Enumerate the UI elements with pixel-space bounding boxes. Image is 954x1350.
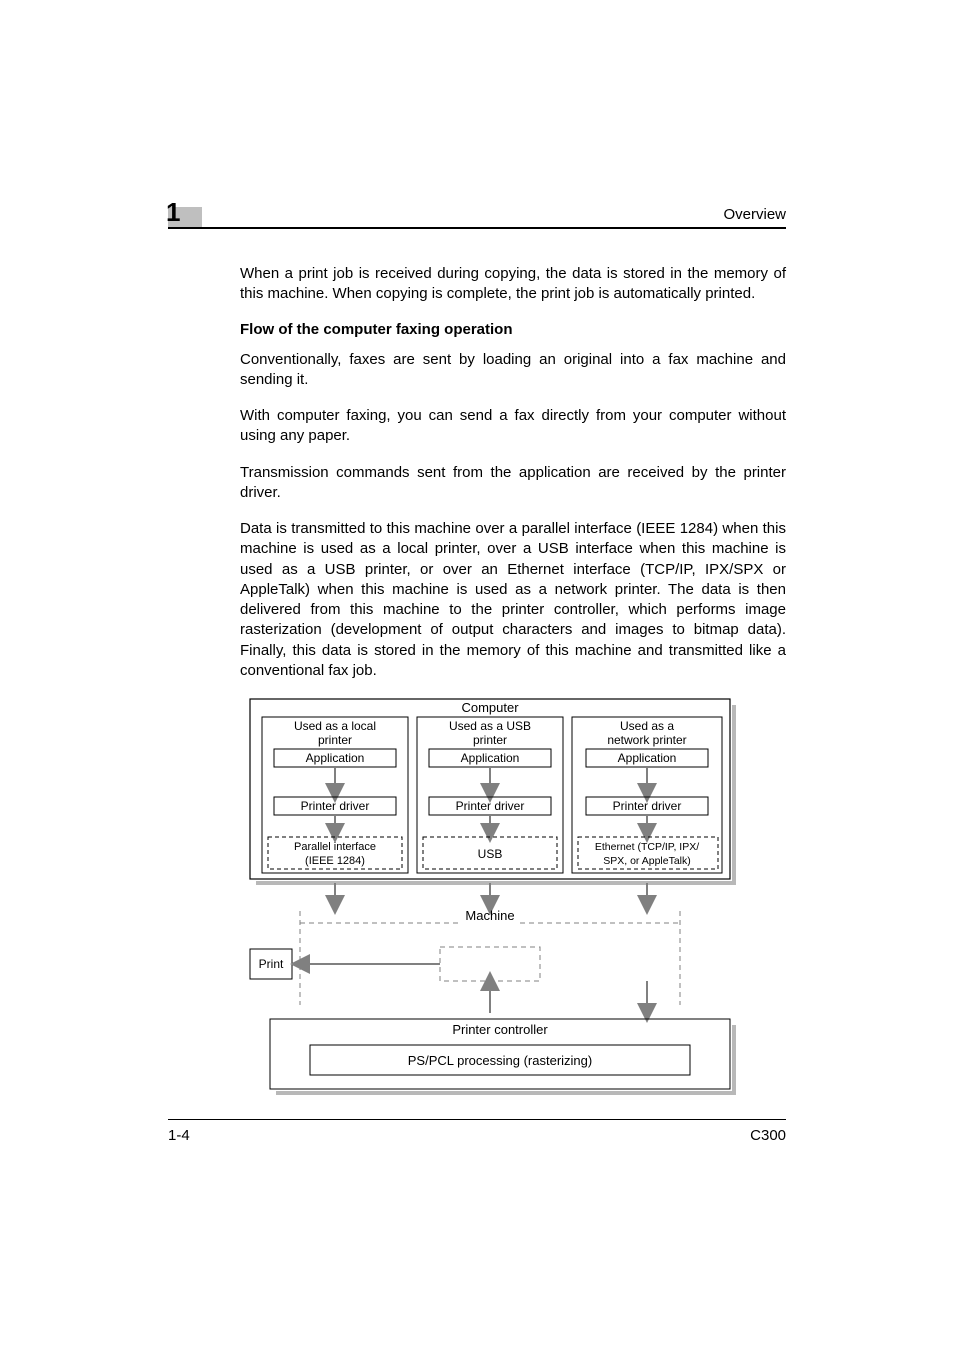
paragraph-4: Transmission commands sent from the appl… <box>240 463 786 504</box>
body-content: When a print job is received during copy… <box>168 264 786 1112</box>
intro-paragraph: When a print job is received during copy… <box>240 264 786 305</box>
header-rule <box>168 227 786 229</box>
paragraph-5: Data is transmitted to this machine over… <box>240 519 786 681</box>
controller-label: Printer controller <box>452 1022 548 1037</box>
section-heading: Flow of the computer faxing operation <box>240 321 786 338</box>
col1-iface-l2: (IEEE 1284) <box>305 855 365 867</box>
paragraph-3: With computer faxing, you can send a fax… <box>240 406 786 447</box>
col1-title-l2: printer <box>318 733 352 747</box>
col3-iface-l1: Ethernet (TCP/IP, IPX/ <box>595 841 699 853</box>
col2-drv: Printer driver <box>456 799 525 813</box>
paragraph-2: Conventionally, faxes are sent by loadin… <box>240 350 786 391</box>
col3-iface-l2: SPX, or AppleTalk) <box>603 855 691 867</box>
col3-title-l2: network printer <box>607 733 686 747</box>
computer-label: Computer <box>461 700 519 715</box>
footer-page-number: 1-4 <box>168 1127 190 1144</box>
col1-app: Application <box>306 751 365 765</box>
col2-iface-l1: USB <box>478 847 503 861</box>
machine-label: Machine <box>465 908 514 923</box>
footer-model: C300 <box>750 1127 786 1144</box>
col3-title-l1: Used as a <box>620 719 674 733</box>
chapter-number: 1 <box>166 197 180 228</box>
footer-rule <box>168 1119 786 1120</box>
col1-drv: Printer driver <box>301 799 370 813</box>
flow-diagram: Computer Used as a local printer Applica… <box>240 697 740 1112</box>
col2-app: Application <box>461 751 520 765</box>
header-section-label: Overview <box>723 206 786 223</box>
col1-title-l1: Used as a local <box>294 719 376 733</box>
col2-title-l2: printer <box>473 733 507 747</box>
col1-iface-l1: Parallel interface <box>294 841 376 853</box>
print-label: Print <box>259 957 284 971</box>
col3-drv: Printer driver <box>613 799 682 813</box>
col2-title-l1: Used as a USB <box>449 719 531 733</box>
col3-app: Application <box>618 751 677 765</box>
chapter-badge: 1 <box>168 207 202 229</box>
processing-label: PS/PCL processing (rasterizing) <box>408 1053 592 1068</box>
